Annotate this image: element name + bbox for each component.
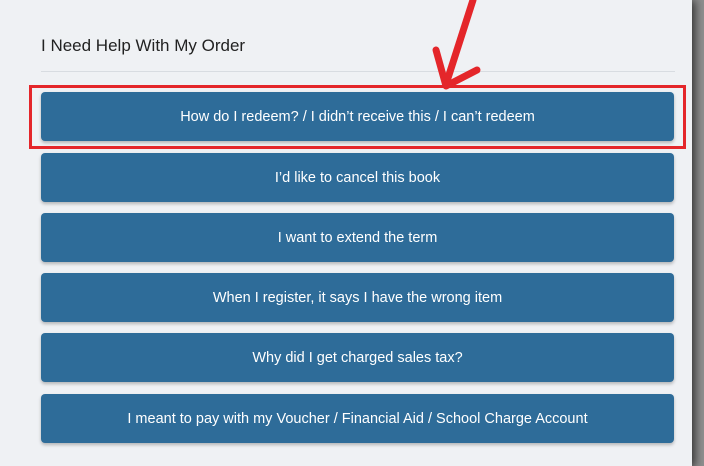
help-panel: I Need Help With My Order How do I redee… [0,0,692,466]
cancel-book-button[interactable]: I’d like to cancel this book [41,153,674,202]
wrong-item-button[interactable]: When I register, it says I have the wron… [41,273,674,322]
voucher-payment-button[interactable]: I meant to pay with my Voucher / Financi… [41,394,674,443]
title-divider [41,71,675,72]
sales-tax-button[interactable]: Why did I get charged sales tax? [41,333,674,382]
panel-title: I Need Help With My Order [41,36,246,55]
extend-term-button[interactable]: I want to extend the term [41,213,674,262]
redeem-help-button[interactable]: How do I redeem? / I didn’t receive this… [41,92,674,141]
